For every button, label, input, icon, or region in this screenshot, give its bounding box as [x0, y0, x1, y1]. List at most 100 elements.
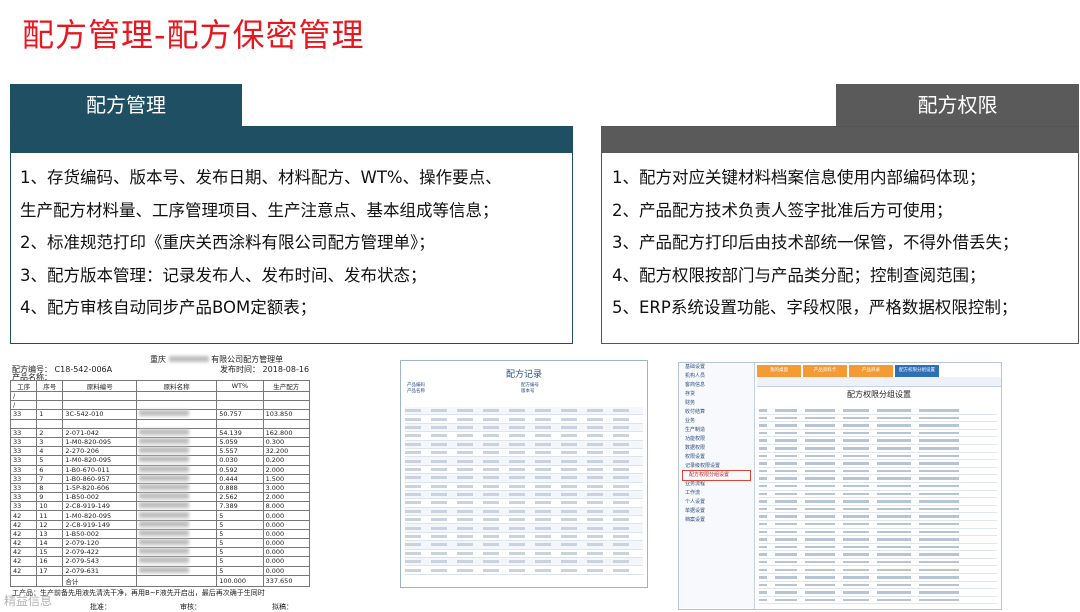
grid-cell [613, 417, 629, 421]
grid-cell [483, 484, 499, 488]
erp-nav-item[interactable]: 记录级权限设置 [679, 462, 754, 471]
grid-cell [561, 535, 577, 539]
table-cell: 5 [36, 455, 64, 466]
erp-cell [805, 477, 835, 480]
erp-row [759, 566, 997, 575]
grid-cell [587, 543, 603, 547]
column-header: 原料名称 [136, 380, 218, 392]
erp-cell [759, 553, 767, 556]
grid-cell [483, 476, 499, 480]
erp-cell [919, 538, 959, 541]
table-cell: 2-270-206 [62, 446, 138, 457]
erp-nav-item[interactable]: 工作流 [679, 489, 754, 498]
redacted-text [139, 483, 190, 490]
erp-cell [759, 409, 767, 412]
grid-cell [431, 409, 447, 413]
erp-cell [775, 583, 797, 587]
grid-row [405, 415, 643, 424]
formula-management-list: 1、存货编码、版本号、发布日期、材料配方、WT%、操作要点、 生产配方材料量、工… [20, 162, 502, 325]
grid-cell [405, 560, 421, 564]
erp-tab[interactable]: 产品目录 [849, 365, 893, 377]
panel-header-bar [602, 127, 1078, 153]
grid-cell [587, 484, 603, 488]
grid-cell [457, 493, 473, 497]
grid-cell [405, 551, 421, 555]
erp-cell [805, 492, 835, 496]
erp-cell [775, 454, 797, 458]
grid-cell [509, 509, 525, 513]
table-cell: 17 [36, 565, 64, 576]
erp-cell [919, 462, 959, 465]
erp-cell [877, 507, 911, 511]
table-cell: / [10, 400, 38, 411]
erp-nav-item[interactable]: 档案设置 [679, 516, 754, 525]
table-cell: 12 [36, 519, 64, 530]
erp-nav-item[interactable]: 存货 [679, 390, 754, 399]
grid-cell [509, 476, 525, 480]
erp-nav-item[interactable]: 生产制造 [679, 426, 754, 435]
erp-row [759, 506, 997, 514]
erp-cell [877, 500, 911, 503]
erp-nav-item[interactable]: 单据设置 [679, 507, 754, 516]
table-cell [216, 418, 264, 429]
table-cell: 33 [10, 492, 38, 503]
erp-nav-item[interactable]: 个人设置 [679, 498, 754, 507]
erp-cell [919, 447, 959, 450]
erp-tab[interactable]: 产品资料卡 [803, 365, 847, 377]
grid-cell [405, 535, 421, 539]
erp-nav-item[interactable]: 数据权限 [679, 444, 754, 453]
grid-cell [561, 493, 577, 497]
table-cell: 337.650 [262, 574, 311, 587]
erp-tab[interactable]: 我的桌面 [757, 365, 801, 377]
grid-cell [587, 551, 603, 555]
erp-toolbar [757, 377, 1001, 387]
erp-nav-item[interactable]: 机构人员 [679, 372, 754, 381]
grid-cell [431, 442, 447, 446]
erp-nav-item[interactable]: 功能权限 [679, 435, 754, 444]
grid-cell [457, 476, 473, 480]
table-cell [136, 482, 218, 494]
grid-cell [613, 560, 629, 564]
erp-cell [775, 484, 797, 488]
erp-nav-item[interactable]: 客商信息 [679, 381, 754, 390]
erp-cell [877, 454, 911, 458]
table-cell: 0.000 [262, 565, 311, 576]
grid-cell [587, 451, 603, 455]
grid-cell [431, 518, 447, 522]
table-cell [136, 409, 218, 420]
erp-row [759, 437, 997, 445]
erp-nav-item[interactable]: 业务 [679, 417, 754, 426]
grid-cell [457, 459, 473, 463]
table-cell: 2-079-422 [62, 547, 138, 558]
erp-cell [843, 409, 869, 412]
grid-cell [613, 467, 629, 471]
doc-date-value: 2018-08-16 [262, 365, 310, 374]
table-cell [36, 400, 64, 411]
table-cell: 42 [10, 537, 38, 549]
erp-nav-item[interactable]: 收付结算 [679, 408, 754, 417]
table-row: 33 1 3C-542-010 50.757 103.850 [10, 409, 311, 420]
erp-nav-item[interactable]: 权限设置 [679, 453, 754, 462]
erp-tab[interactable]: 配方权限分组设置 [895, 365, 939, 377]
grid-cell [509, 425, 525, 429]
erp-cell [805, 583, 835, 587]
grid-cell [587, 442, 603, 446]
grid-cell [535, 493, 551, 497]
erp-cell [805, 515, 835, 518]
erp-nav-item[interactable]: 基础设置 [679, 363, 754, 372]
erp-cell [759, 424, 767, 427]
table-cell [216, 400, 264, 411]
redacted-text [139, 566, 190, 573]
erp-cell [759, 545, 767, 549]
erp-nav-item[interactable]: 财务 [679, 399, 754, 408]
erp-nav-item[interactable]: 配方权限分组设置 [682, 470, 751, 481]
erp-cell [919, 598, 959, 602]
grid-cell [535, 467, 551, 471]
grid-cell [535, 535, 551, 539]
erp-nav-item[interactable]: 业务流程 [679, 480, 754, 489]
grid-cell [613, 476, 629, 480]
erp-cell [775, 447, 797, 450]
table-cell [136, 565, 218, 576]
table-cell: 5 [216, 565, 264, 576]
erp-cell [805, 469, 835, 473]
